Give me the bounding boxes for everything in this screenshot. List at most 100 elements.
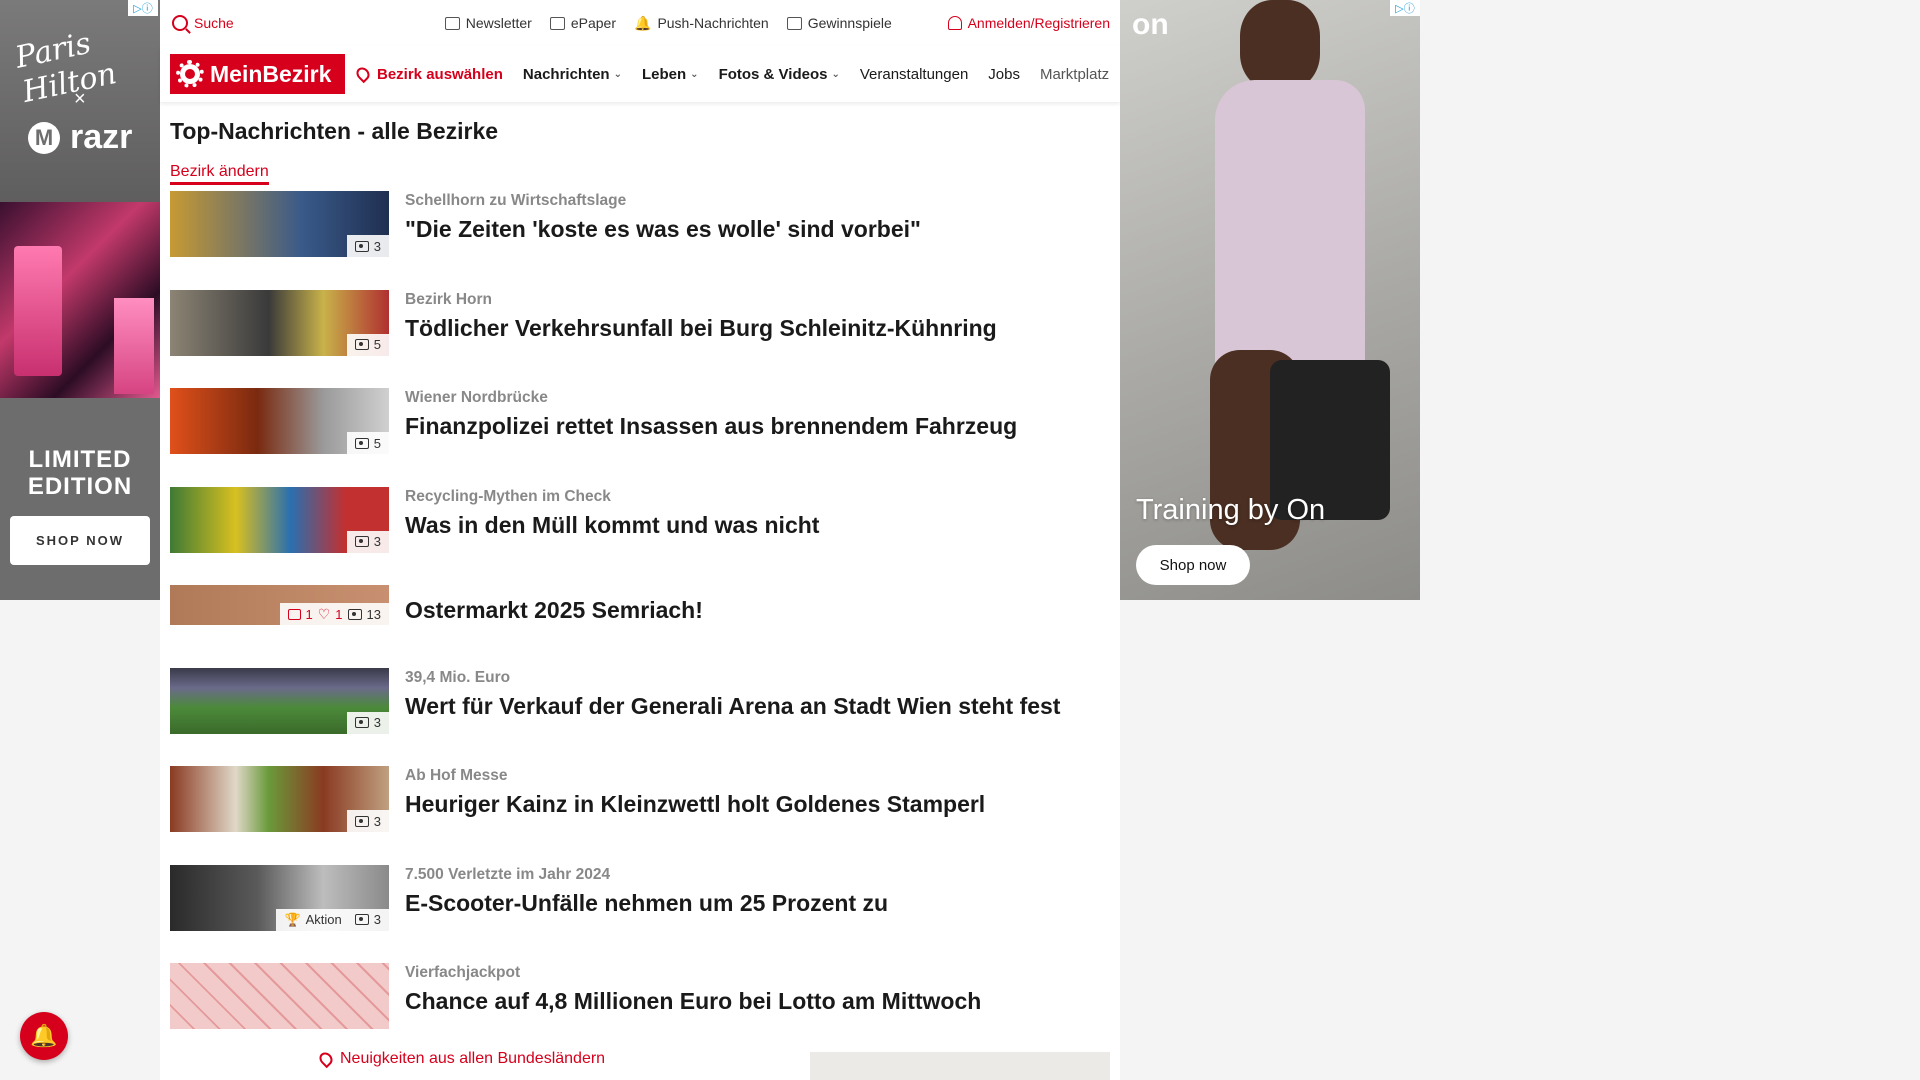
all-states-label: Neuigkeiten aus allen Bundesländern (340, 1050, 606, 1067)
chevron-down-icon: ⌄ (613, 68, 622, 80)
change-district-link[interactable]: Bezirk ändern (170, 163, 269, 185)
article-kicker: 7.500 Verletzte im Jahr 2024 (405, 865, 611, 883)
ad-separator: × (74, 88, 86, 110)
article-thumbnail[interactable]: 3 (170, 766, 389, 832)
perfume-bottle-image (14, 246, 62, 376)
logo-icon (176, 60, 204, 88)
article-title[interactable]: E-Scooter-Unfälle nehmen um 25 Prozent z… (405, 890, 888, 917)
bell-icon: 🔔 (634, 14, 652, 31)
bottom-inline-ad[interactable] (810, 1052, 1110, 1080)
login-label: Anmelden/Registrieren (967, 15, 1110, 31)
newspaper-icon (549, 16, 565, 30)
article-item[interactable]: Vierfachjackpot Chance auf 4,8 Millionen … (170, 963, 1120, 1062)
ad-headline: LIMITED EDITION (27, 446, 133, 500)
district-select-button[interactable]: Bezirk auswählen (353, 64, 503, 84)
article-item[interactable]: 🏆 Aktion 3 7.500 Verletzte im Jahr 2024 E-… (170, 864, 1120, 964)
nav-item-jobs[interactable]: Jobs (988, 66, 1020, 83)
comment-icon (287, 608, 301, 620)
top-utility-bar: Suche Newsletter ePaper 🔔 Push-Nachricht… (160, 0, 1120, 46)
chevron-down-icon: ⌄ (690, 68, 699, 80)
nav-item-leben[interactable]: Leben ⌄ (642, 66, 699, 83)
photo-count-badge: 5 (346, 432, 389, 454)
photo-count: 3 (373, 238, 381, 254)
gallery-icon (347, 608, 362, 620)
article-item[interactable]: 3 Ab Hof Messe Heuriger Kainz in Kleinzwe… (170, 766, 1120, 865)
article-item[interactable]: 3 Recycling-Mythen im Check Was in den Mü… (170, 486, 1120, 586)
login-register-link[interactable]: Anmelden/Registrieren (947, 15, 1110, 31)
ad-shop-now-button[interactable]: SHOP NOW (10, 516, 150, 565)
meinbezirk-logo[interactable]: MeinBezirk (170, 54, 345, 94)
adchoices-icon[interactable]: ▷ⓘ (128, 0, 158, 16)
photo-count-badge: 3 (346, 810, 389, 832)
photo-count: 13 (366, 606, 381, 622)
adchoices-icon[interactable]: ▷ⓘ (1390, 0, 1420, 16)
article-thumbnail[interactable]: 3 (170, 191, 389, 257)
nav-label: Nachrichten (522, 65, 610, 83)
photo-count-badge: 3 (346, 530, 389, 553)
gallery-icon (354, 437, 369, 449)
article-title[interactable]: Was in den Müll kommt und was nicht (405, 512, 819, 539)
photo-count-badge: 🏆 Aktion 3 (276, 908, 389, 931)
comment-count: 1 (305, 606, 313, 622)
article-item[interactable]: 3 Schellhorn zu Wirtschaftslage "Die Zeit… (170, 191, 1120, 290)
ad-shop-now-button[interactable]: Shop now (1136, 545, 1250, 585)
newsletter-label: Newsletter (465, 15, 532, 31)
photo-count-badge: 3 (346, 711, 389, 734)
nav-label: Fotos & Videos (718, 65, 828, 83)
mail-icon (444, 16, 460, 30)
article-thumbnail[interactable]: 🏆 Aktion 3 (170, 864, 389, 931)
ad-model-shirt (1215, 80, 1365, 390)
article-title[interactable]: Chance auf 4,8 Millionen Euro bei Lotto … (405, 988, 981, 1015)
article-title[interactable]: Finanzpolizei rettet Insassen aus brenne… (405, 413, 1017, 440)
article-thumbnail[interactable]: 3 (170, 486, 389, 553)
nav-label: Leben (641, 65, 687, 83)
photo-count: 3 (373, 912, 381, 927)
right-sidebar-ad[interactable]: on Training by On Shop now ▷ⓘ (1120, 0, 1420, 600)
article-title[interactable]: Heuriger Kainz in Kleinzwettl holt Golde… (405, 791, 985, 818)
nav-item-fotos-videos[interactable]: Fotos & Videos ⌄ (719, 66, 840, 83)
newsletter-link[interactable]: Newsletter (444, 15, 532, 31)
photo-count-badge: 3 (346, 235, 389, 257)
article-title[interactable]: "Die Zeiten 'koste es was es wolle' sind… (405, 216, 921, 243)
nav-item-veranstaltungen[interactable]: Veranstaltungen (860, 66, 968, 83)
article-title[interactable]: Tödlicher Verkehrsunfall bei Burg Schlei… (405, 315, 997, 342)
contests-link[interactable]: Gewinnspiele (786, 15, 892, 31)
push-notifications-link[interactable]: 🔔 Push-Nachrichten (634, 15, 769, 32)
search-label: Suche (194, 15, 234, 31)
photo-count: 3 (373, 813, 381, 829)
photo-count: 3 (373, 534, 381, 549)
ad-product-image (0, 202, 160, 398)
chevron-down-icon: ⌄ (831, 68, 840, 80)
article-thumbnail[interactable]: 5 (170, 388, 389, 454)
article-kicker: Recycling-Mythen im Check (405, 487, 611, 505)
gallery-icon (354, 815, 369, 827)
ad-tagline: Training by On (1136, 494, 1326, 526)
article-thumbnail[interactable]: 1 ♡ 1 13 (170, 585, 389, 625)
left-sidebar-ad[interactable]: Paris Hilton × Mrazr LIMITED EDITION SHO… (0, 0, 160, 600)
on-logo: on (1132, 8, 1169, 41)
article-item[interactable]: 5 Bezirk Horn Tödlicher Verkehrsunfall be… (170, 289, 1120, 389)
notification-bell-button[interactable]: 🔔 (20, 1012, 68, 1060)
article-item[interactable]: 3 39,4 Mio. Euro Wert für Verkauf der Gen… (170, 667, 1120, 767)
ad-cta-panel: LIMITED EDITION SHOP NOW (0, 398, 160, 600)
article-title[interactable]: Wert für Verkauf der Generali Arena an S… (405, 693, 1060, 720)
trophy-icon: 🏆 (284, 911, 301, 927)
gallery-icon (354, 536, 369, 547)
photo-count-badge: 5 (346, 333, 389, 356)
article-thumbnail[interactable]: 3 (170, 667, 389, 734)
all-states-link[interactable]: Neuigkeiten aus allen Bundesländern (316, 1049, 606, 1069)
epaper-link[interactable]: ePaper (549, 15, 616, 31)
ad-brand-panel: Paris Hilton × Mrazr (0, 0, 160, 202)
nav-item-marktplatz[interactable]: Marktplatz (1040, 66, 1109, 83)
article-title[interactable]: Ostermarkt 2025 Semriach! (405, 597, 703, 624)
article-thumbnail[interactable]: 5 (170, 289, 389, 356)
photo-count: 3 (373, 715, 381, 730)
article-kicker: Wiener Nordbrücke (405, 389, 548, 406)
photo-count: 5 (373, 435, 381, 451)
paris-hilton-logo: Paris Hilton (12, 25, 120, 110)
article-thumbnail[interactable] (170, 963, 389, 1029)
nav-item-nachrichten[interactable]: Nachrichten ⌄ (523, 66, 622, 83)
gallery-icon (354, 240, 369, 252)
search-button[interactable]: Suche (172, 15, 234, 31)
article-item[interactable]: 5 Wiener Nordbrücke Finanzpolizei rettet … (170, 388, 1120, 487)
